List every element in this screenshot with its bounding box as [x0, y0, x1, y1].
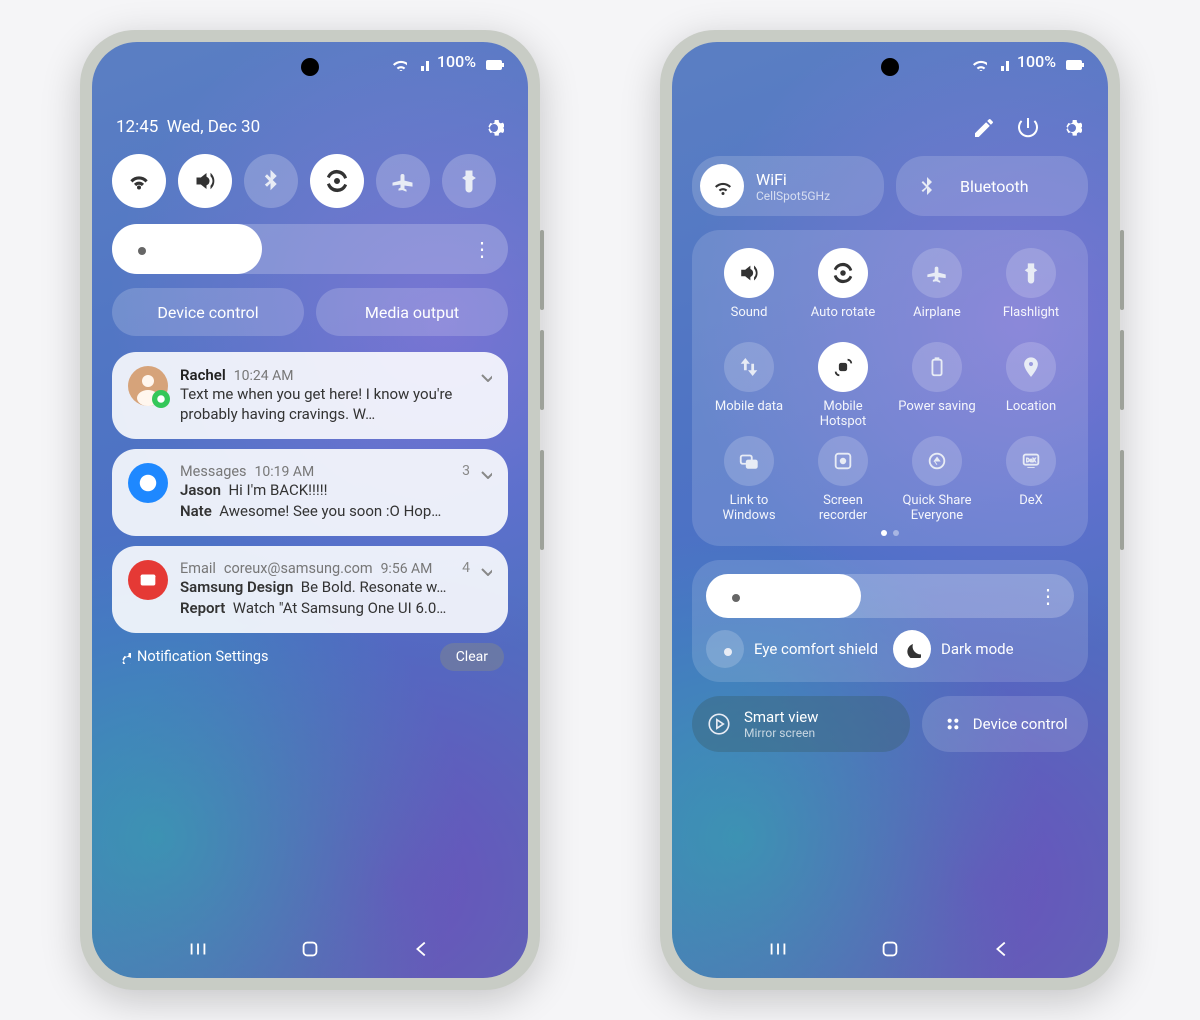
- brightness-more-icon[interactable]: ⋮: [472, 247, 492, 251]
- notification-settings-link[interactable]: Notification Settings: [116, 648, 268, 665]
- notification-card[interactable]: Emailcoreux@samsung.com9:56 AM Samsung D…: [112, 546, 508, 633]
- settings-icon[interactable]: [482, 116, 504, 138]
- wifi-tile[interactable]: WiFiCellSpot5GHz: [692, 156, 884, 216]
- airplane-tile[interactable]: Airplane: [894, 248, 980, 336]
- brightness-slider[interactable]: ⋮: [706, 574, 1074, 618]
- notification-card[interactable]: Rachel 10:24 AM Text me when you get here…: [112, 352, 508, 439]
- battery-status-icon: [1062, 53, 1084, 71]
- autorotate-tile[interactable]: Auto rotate: [800, 248, 886, 336]
- battery-status-icon: [482, 53, 504, 71]
- nav-back[interactable]: [411, 938, 433, 960]
- phone-left: 100% 12:45 Wed, Dec 30 ⋮ Device control …: [80, 30, 540, 990]
- nav-home[interactable]: [299, 938, 321, 960]
- bluetooth-tile[interactable]: [244, 154, 298, 208]
- device-control-button[interactable]: Device control: [112, 288, 304, 336]
- notif-sender: Rachel: [180, 366, 226, 384]
- dex-tile[interactable]: DeX: [988, 436, 1074, 524]
- notif-account: coreux@samsung.com: [224, 560, 373, 577]
- nav-recents[interactable]: [767, 938, 789, 960]
- notif-time: 9:56 AM: [381, 561, 433, 577]
- wifi-status-icon: [969, 53, 987, 71]
- notif-preview: Text me when you get here! I know you're…: [180, 384, 492, 425]
- nav-bar: [672, 938, 1108, 960]
- brightness-more-icon[interactable]: ⋮: [1038, 594, 1058, 598]
- notif-app: Email: [180, 560, 216, 577]
- settings-icon[interactable]: [1060, 116, 1082, 138]
- quick-tile-row: [112, 154, 508, 208]
- notif-count: 3: [462, 463, 470, 479]
- notif-app: Messages: [180, 463, 247, 480]
- link-tile[interactable]: Link to Windows: [706, 436, 792, 524]
- clock-date: Wed, Dec 30: [167, 117, 260, 137]
- shade-header: 12:45 Wed, Dec 30: [116, 116, 504, 138]
- sound-tile[interactable]: Sound: [706, 248, 792, 336]
- camera-cutout: [881, 58, 899, 76]
- notif-time: 10:24 AM: [234, 368, 294, 384]
- clock-time: 12:45: [116, 117, 158, 137]
- flashlight-tile[interactable]: [442, 154, 496, 208]
- page-dots[interactable]: [702, 530, 1078, 536]
- notification-shade-screen: 100% 12:45 Wed, Dec 30 ⋮ Device control …: [92, 42, 528, 978]
- nav-back[interactable]: [991, 938, 1013, 960]
- quick-panel-grid: SoundAuto rotateAirplaneFlashlight Mobile…: [692, 230, 1088, 546]
- record-tile[interactable]: Screen recorder: [800, 436, 886, 524]
- notif-count: 4: [462, 560, 470, 576]
- status-bar: 100%: [969, 52, 1084, 71]
- battery-text: 100%: [1017, 52, 1056, 71]
- power-icon[interactable]: [1016, 116, 1038, 138]
- wifi-status-icon: [389, 53, 407, 71]
- hotspot-tile[interactable]: Mobile Hotspot: [800, 342, 886, 430]
- camera-cutout: [301, 58, 319, 76]
- sound-tile[interactable]: [178, 154, 232, 208]
- nav-home[interactable]: [879, 938, 901, 960]
- brightness-card: ⋮ Eye comfort shield Dark mode: [692, 560, 1088, 682]
- clear-button[interactable]: Clear: [440, 643, 504, 671]
- quick-panel-header: [698, 116, 1082, 138]
- device-control-tile[interactable]: Device control: [922, 696, 1088, 752]
- notif-time: 10:19 AM: [255, 464, 315, 480]
- smart-view-tile[interactable]: Smart viewMirror screen: [692, 696, 910, 752]
- status-bar: 100%: [389, 52, 504, 71]
- quickshare-tile[interactable]: Quick Share Everyone: [894, 436, 980, 524]
- dark-mode-toggle[interactable]: Dark mode: [893, 630, 1074, 668]
- airplane-tile[interactable]: [376, 154, 430, 208]
- phone-right: 100% WiFiCellSpot5GHz Bluetooth S: [660, 30, 1120, 990]
- bluetooth-tile[interactable]: Bluetooth: [896, 156, 1088, 216]
- signal-status-icon: [993, 53, 1011, 71]
- media-output-button[interactable]: Media output: [316, 288, 508, 336]
- location-tile[interactable]: Location: [988, 342, 1074, 430]
- battery-text: 100%: [437, 52, 476, 71]
- nav-recents[interactable]: [187, 938, 209, 960]
- autorotate-tile[interactable]: [310, 154, 364, 208]
- notification-card[interactable]: Messages10:19 AM Jason Hi I'm BACK!!!!! …: [112, 449, 508, 536]
- quick-panel-screen: 100% WiFiCellSpot5GHz Bluetooth S: [672, 42, 1108, 978]
- nav-bar: [92, 938, 528, 960]
- signal-status-icon: [413, 53, 431, 71]
- brightness-slider[interactable]: ⋮: [112, 224, 508, 274]
- powersave-tile[interactable]: Power saving: [894, 342, 980, 430]
- flashlight-tile[interactable]: Flashlight: [988, 248, 1074, 336]
- eye-comfort-toggle[interactable]: Eye comfort shield: [706, 630, 887, 668]
- mobiledata-tile[interactable]: Mobile data: [706, 342, 792, 430]
- edit-icon[interactable]: [972, 116, 994, 138]
- wifi-tile[interactable]: [112, 154, 166, 208]
